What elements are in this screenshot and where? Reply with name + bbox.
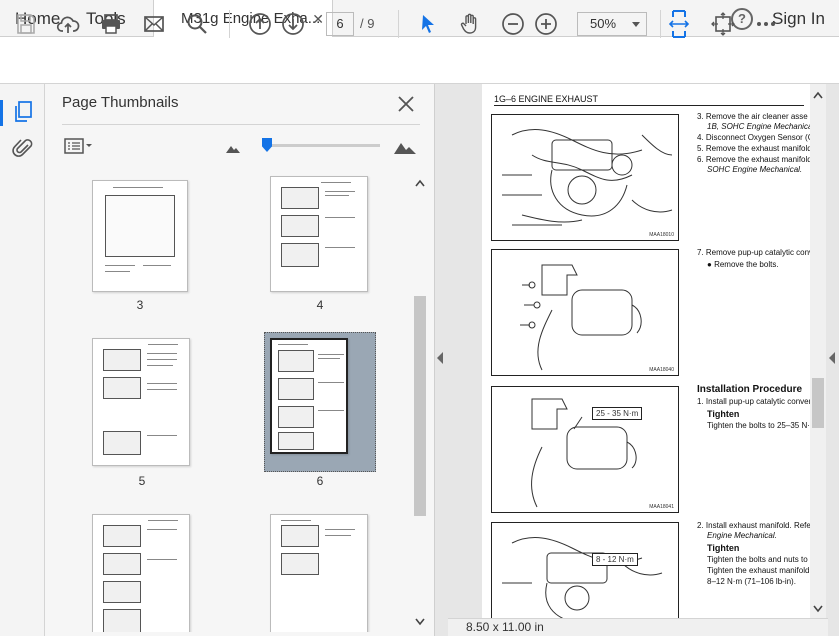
step-4: 4. Disconnect Oxygen Sensor (C: [697, 133, 812, 142]
catalytic-converter-illustration: [520, 264, 642, 371]
step-7-bullet: ● Remove the bolts.: [707, 260, 779, 269]
close-panel-icon[interactable]: [396, 94, 416, 114]
search-icon[interactable]: [185, 12, 209, 36]
step-6-ref: SOHC Engine Mechanical.: [707, 165, 803, 174]
thumbnails-grid: 3 4 5 6: [62, 172, 412, 632]
engine-illustration: [502, 129, 673, 226]
fit-width-icon[interactable]: [667, 8, 691, 40]
doc-scroll-down-icon[interactable]: [812, 604, 824, 614]
panel-divider: [62, 124, 420, 125]
rail-active-indicator: [0, 100, 3, 126]
email-icon[interactable]: [142, 12, 166, 36]
figure-catalytic-converter-install: 25 - 35 N·m MAA18041: [491, 386, 679, 513]
tighten-heading-2: Tighten: [707, 543, 740, 553]
document-tab[interactable]: M31g Engine Exha... ✕: [153, 0, 333, 38]
step-3: 3. Remove the air cleaner asse: [697, 112, 808, 121]
select-cursor-icon[interactable]: [416, 12, 440, 36]
page-total: / 9: [360, 16, 375, 31]
figure-code: MAA18010: [649, 232, 674, 238]
small-thumbnails-icon[interactable]: [225, 140, 241, 154]
thumbnail-label-4: 4: [316, 298, 324, 312]
figure-exhaust-manifold-install: 8 - 12 N·m: [491, 522, 679, 618]
thumbnail-page-4[interactable]: [270, 176, 368, 292]
toolbar-divider: [398, 10, 399, 38]
install-step-2: 2. Install exhaust manifold. Refer: [697, 521, 812, 530]
toolbar-divider: [660, 10, 661, 38]
tighten-text-2: Tighten the bolts and nuts to 17: [707, 555, 812, 564]
thumbnail-size-slider[interactable]: [263, 144, 380, 147]
tighten-text-2c: 8–12 N·m (71–106 lb-in).: [707, 577, 796, 586]
attachment-icon[interactable]: [12, 136, 34, 160]
torque-callout: 25 - 35 N·m: [592, 407, 643, 420]
installation-heading: Installation Procedure: [697, 384, 803, 395]
zoom-select[interactable]: 50%: [577, 12, 647, 36]
previous-page-icon[interactable]: [248, 12, 272, 36]
thumbnail-page-7[interactable]: [92, 514, 190, 632]
collapse-left-panel-icon[interactable]: [437, 352, 443, 364]
zoom-out-icon[interactable]: [501, 12, 525, 36]
page-header: 1G–6 ENGINE EXHAUST: [494, 94, 599, 104]
install-step-2-ref: Engine Mechanical.: [707, 531, 777, 540]
toolbar-divider: [229, 10, 230, 38]
expand-right-panel-icon[interactable]: [829, 352, 835, 364]
next-page-icon[interactable]: [281, 12, 305, 36]
step-5: 5. Remove the exhaust manifold: [697, 144, 812, 153]
close-tab-icon[interactable]: ✕: [312, 0, 324, 38]
figure-code: MAA18040: [649, 367, 674, 373]
step-6: 6. Remove the exhaust manifold: [697, 155, 812, 164]
document-scrollbar-thumb[interactable]: [812, 378, 824, 428]
header-rule: [494, 105, 804, 106]
tighten-text-2b: Tighten the exhaust manifold: [707, 566, 810, 575]
page-size-readout: 8.50 x 11.00 in: [466, 620, 544, 634]
thumbnail-page-8[interactable]: [270, 514, 368, 632]
manifold-install-illustration: [502, 537, 663, 618]
panel-title: Page Thumbnails: [62, 94, 179, 111]
torque-callout: 8 - 12 N·m: [592, 553, 638, 566]
figure-code: MAA18041: [649, 504, 674, 510]
cloud-upload-icon[interactable]: [56, 12, 80, 36]
page-number-input[interactable]: 6: [326, 12, 354, 36]
step-7-bullet-text: Remove the bolts.: [714, 260, 779, 269]
rotate-view-icon[interactable]: [711, 12, 735, 36]
more-options-icon[interactable]: [754, 12, 778, 36]
thumbnail-page-6[interactable]: [270, 338, 348, 454]
chevron-down-icon: [632, 22, 640, 27]
figure-exhaust-manifold-removal: MAA18010: [491, 114, 679, 241]
print-icon[interactable]: [99, 12, 123, 36]
thumbnails-scrollbar-thumb[interactable]: [414, 296, 426, 516]
page-thumbnails-icon[interactable]: [12, 100, 34, 124]
thumbnail-label-5: 5: [138, 474, 146, 488]
document-page: 1G–6 ENGINE EXHAUST MAA18010 3. Remove t…: [482, 84, 812, 618]
main-toolbar: [0, 37, 839, 84]
sign-in-button[interactable]: Sign In: [772, 0, 825, 37]
thumbnail-label-6: 6: [316, 474, 324, 488]
thumbnail-page-5[interactable]: [92, 338, 190, 466]
step-7: 7. Remove pup-up catalytic conv: [697, 248, 812, 257]
scroll-up-icon[interactable]: [414, 178, 426, 188]
catalytic-converter-install-illustration: [531, 398, 637, 508]
save-icon[interactable]: [14, 12, 38, 36]
zoom-value: 50%: [590, 16, 617, 31]
thumbnail-label-3: 3: [136, 298, 144, 312]
step-3-ref: 1B, SOHC Engine Mechanical: [707, 122, 812, 131]
large-thumbnails-icon[interactable]: [393, 137, 417, 155]
thumbnail-options-icon[interactable]: [64, 138, 94, 154]
figure-catalytic-converter-removal: MAA18040: [491, 249, 679, 376]
tighten-heading-1: Tighten: [707, 409, 740, 419]
tighten-text-1: Tighten the bolts to 25–35 N·r: [707, 421, 812, 430]
thumbnail-page-3[interactable]: [92, 180, 188, 292]
hand-tool-icon[interactable]: [458, 12, 482, 36]
left-rail: [0, 84, 45, 636]
scroll-down-icon[interactable]: [414, 617, 426, 627]
install-step-1: 1. Install pup-up catalytic convert: [697, 397, 812, 406]
document-scrollbar[interactable]: [810, 84, 826, 618]
zoom-in-icon[interactable]: [534, 12, 558, 36]
doc-scroll-up-icon[interactable]: [812, 90, 824, 100]
